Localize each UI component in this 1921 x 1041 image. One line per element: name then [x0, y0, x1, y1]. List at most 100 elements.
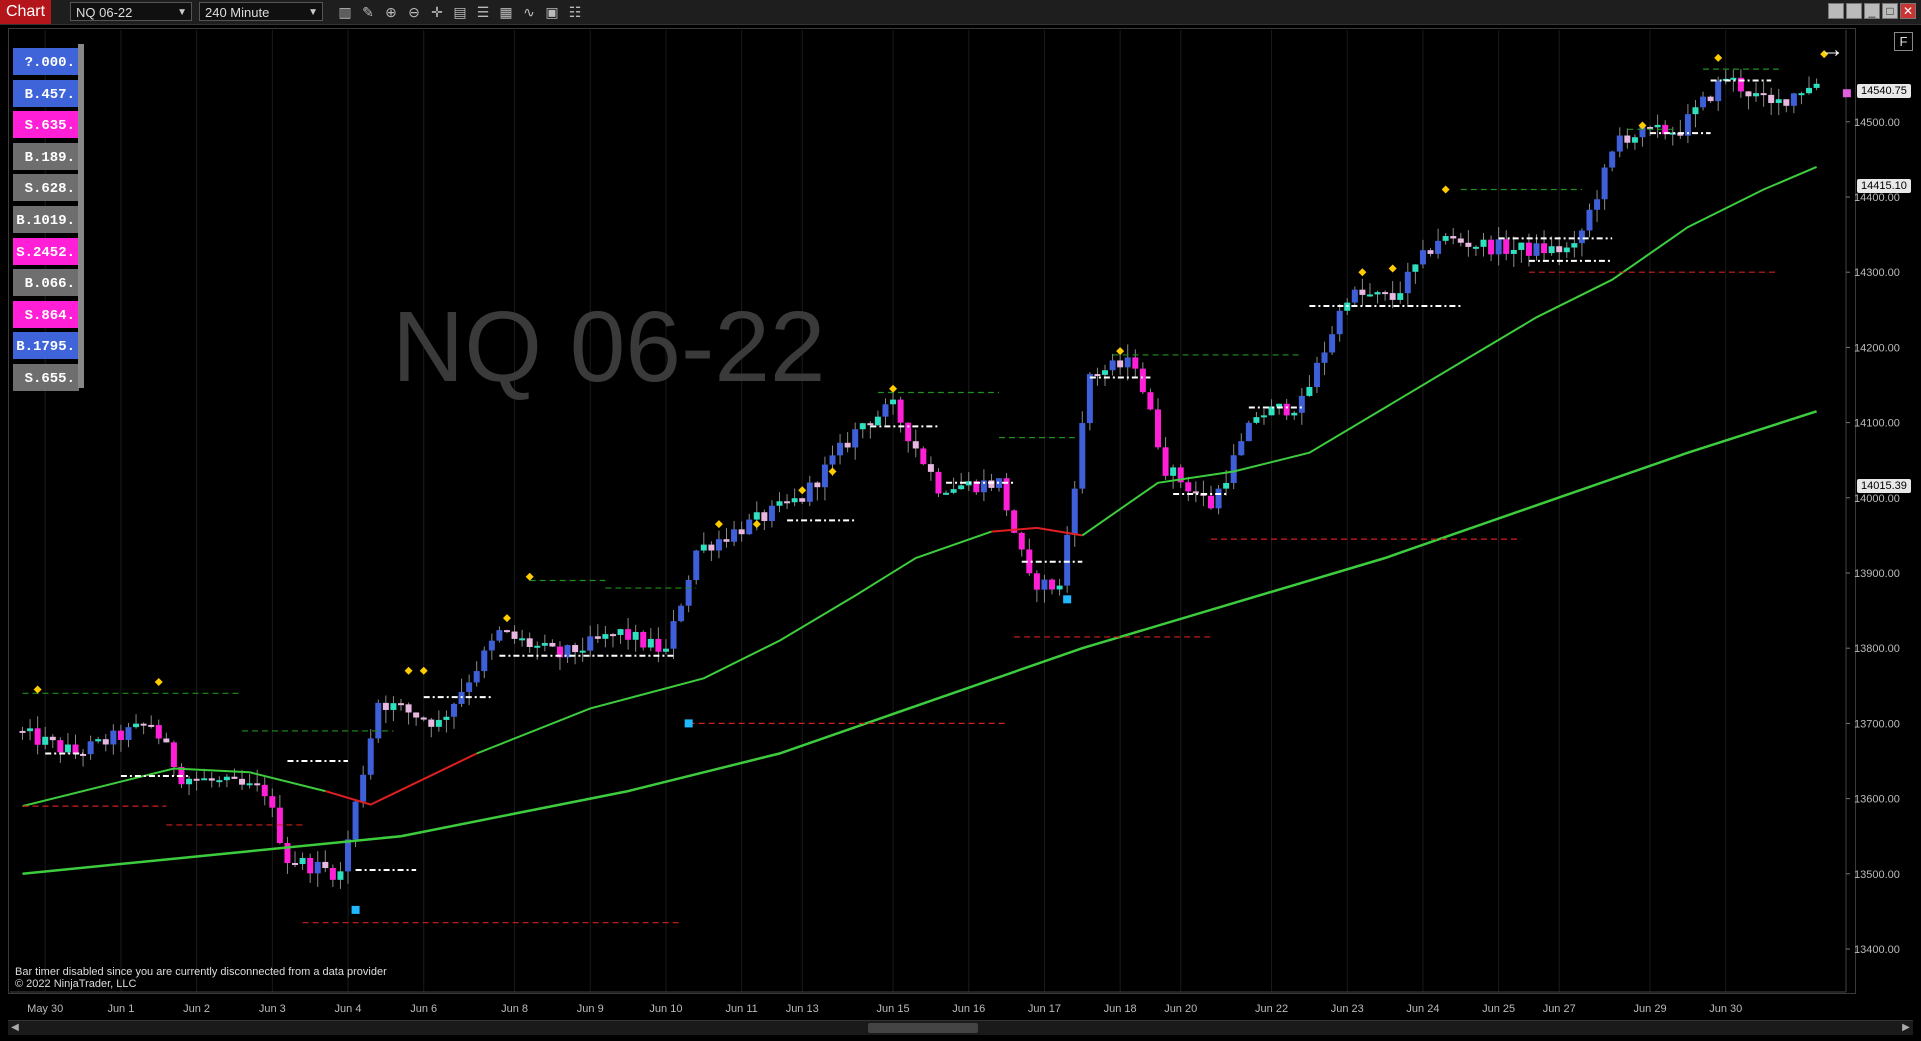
candle [988, 480, 995, 488]
f-button[interactable]: F [1894, 32, 1913, 51]
date-tick-label: Jun 13 [786, 1003, 819, 1015]
candle [299, 858, 306, 865]
candle [1162, 447, 1169, 476]
candle [1321, 352, 1328, 363]
candle [609, 634, 616, 637]
scroll-right-icon[interactable]: ▶ [1899, 1021, 1913, 1035]
candle [254, 783, 261, 786]
scroll-thumb[interactable] [868, 1023, 978, 1033]
candle [776, 501, 783, 506]
candle [1427, 250, 1434, 254]
date-tick-label: May 30 [27, 1003, 63, 1015]
candle [481, 650, 488, 672]
date-tick-label: Jun 24 [1406, 1003, 1439, 1015]
horizontal-scrollbar[interactable]: ◀ ▶ [8, 1020, 1913, 1035]
candle [443, 716, 450, 720]
candle [1124, 357, 1131, 368]
date-tick-label: Jun 2 [183, 1003, 210, 1015]
date-tick-label: Jun 27 [1543, 1003, 1576, 1015]
candle [322, 861, 329, 868]
candle [390, 703, 397, 710]
candle [1155, 409, 1161, 448]
price-chart[interactable]: 13400.00 13500.00 13600.00 13700.00 13800.00… [0, 0, 1921, 1041]
candle [1298, 395, 1305, 413]
candle [1245, 422, 1252, 442]
candle [208, 778, 215, 781]
candle [761, 512, 768, 521]
candle [867, 423, 874, 426]
candle [329, 867, 336, 880]
current-price-tag: 14015.39 [1857, 479, 1911, 494]
scroll-left-icon[interactable]: ◀ [8, 1021, 22, 1035]
candle [1064, 534, 1071, 586]
position-label: B.1795. [13, 332, 79, 360]
price-tick-label: 13900.00 [1854, 568, 1900, 580]
candle [19, 730, 26, 733]
candle [852, 429, 859, 448]
candle [943, 492, 950, 495]
candle [1336, 310, 1343, 335]
instrument-watermark: NQ 06-22 [392, 291, 826, 403]
candle [958, 485, 965, 490]
candle [1132, 357, 1139, 369]
candle [405, 704, 412, 713]
candle [534, 645, 541, 648]
candle [799, 498, 806, 502]
date-tick-label: Jun 11 [726, 1003, 758, 1015]
candle [170, 742, 177, 767]
signal-marker [684, 719, 693, 728]
candle [466, 682, 473, 692]
candle [87, 741, 94, 755]
candle [1018, 532, 1025, 550]
signal-diamond [1388, 264, 1397, 273]
candle [382, 702, 389, 710]
candle [1753, 93, 1760, 97]
candle [874, 416, 881, 426]
price-tick-label: 13700.00 [1854, 718, 1900, 730]
candle [223, 776, 230, 781]
price-tick-label: 14200.00 [1854, 342, 1900, 354]
candle [1495, 239, 1502, 255]
candle [1480, 239, 1487, 247]
candle [625, 629, 632, 640]
candle [1548, 246, 1555, 254]
fast-ma-line [476, 530, 992, 755]
candle [57, 740, 64, 753]
position-panel-scrollbar[interactable] [78, 44, 84, 388]
candle [1215, 488, 1222, 509]
date-tick-label: Jun 22 [1255, 1003, 1288, 1015]
candle [738, 529, 745, 535]
candle [307, 858, 314, 874]
slow-ma-line [22, 410, 1817, 876]
signal-diamond [154, 678, 163, 687]
candle [49, 736, 56, 741]
candle [1079, 423, 1086, 489]
position-label: S.2452. [13, 237, 79, 265]
candle [708, 544, 715, 551]
candle [647, 638, 654, 648]
candle [1397, 293, 1404, 300]
candle [731, 529, 738, 542]
candle [435, 719, 442, 727]
arrow-right-icon[interactable]: → [1820, 36, 1844, 64]
date-tick-label: Jun 20 [1164, 1003, 1197, 1015]
candle [1276, 403, 1283, 407]
candle [1056, 585, 1063, 590]
signal-diamond [1358, 268, 1367, 277]
candle [1351, 289, 1358, 303]
candle [768, 505, 775, 521]
candle [367, 738, 374, 775]
candle [398, 703, 404, 706]
candle [1518, 242, 1525, 250]
date-tick-label: Jun 1 [107, 1003, 134, 1015]
candle [1563, 247, 1570, 253]
position-label: B.066. [13, 269, 79, 297]
candle [1359, 289, 1366, 295]
candle [1382, 292, 1389, 295]
copyright: © 2022 NinjaTrader, LLC [15, 978, 137, 990]
candle [1715, 80, 1722, 102]
candle [133, 723, 140, 728]
candle [314, 861, 321, 874]
candle [155, 725, 162, 739]
price-tick-label: 13600.00 [1854, 794, 1900, 806]
